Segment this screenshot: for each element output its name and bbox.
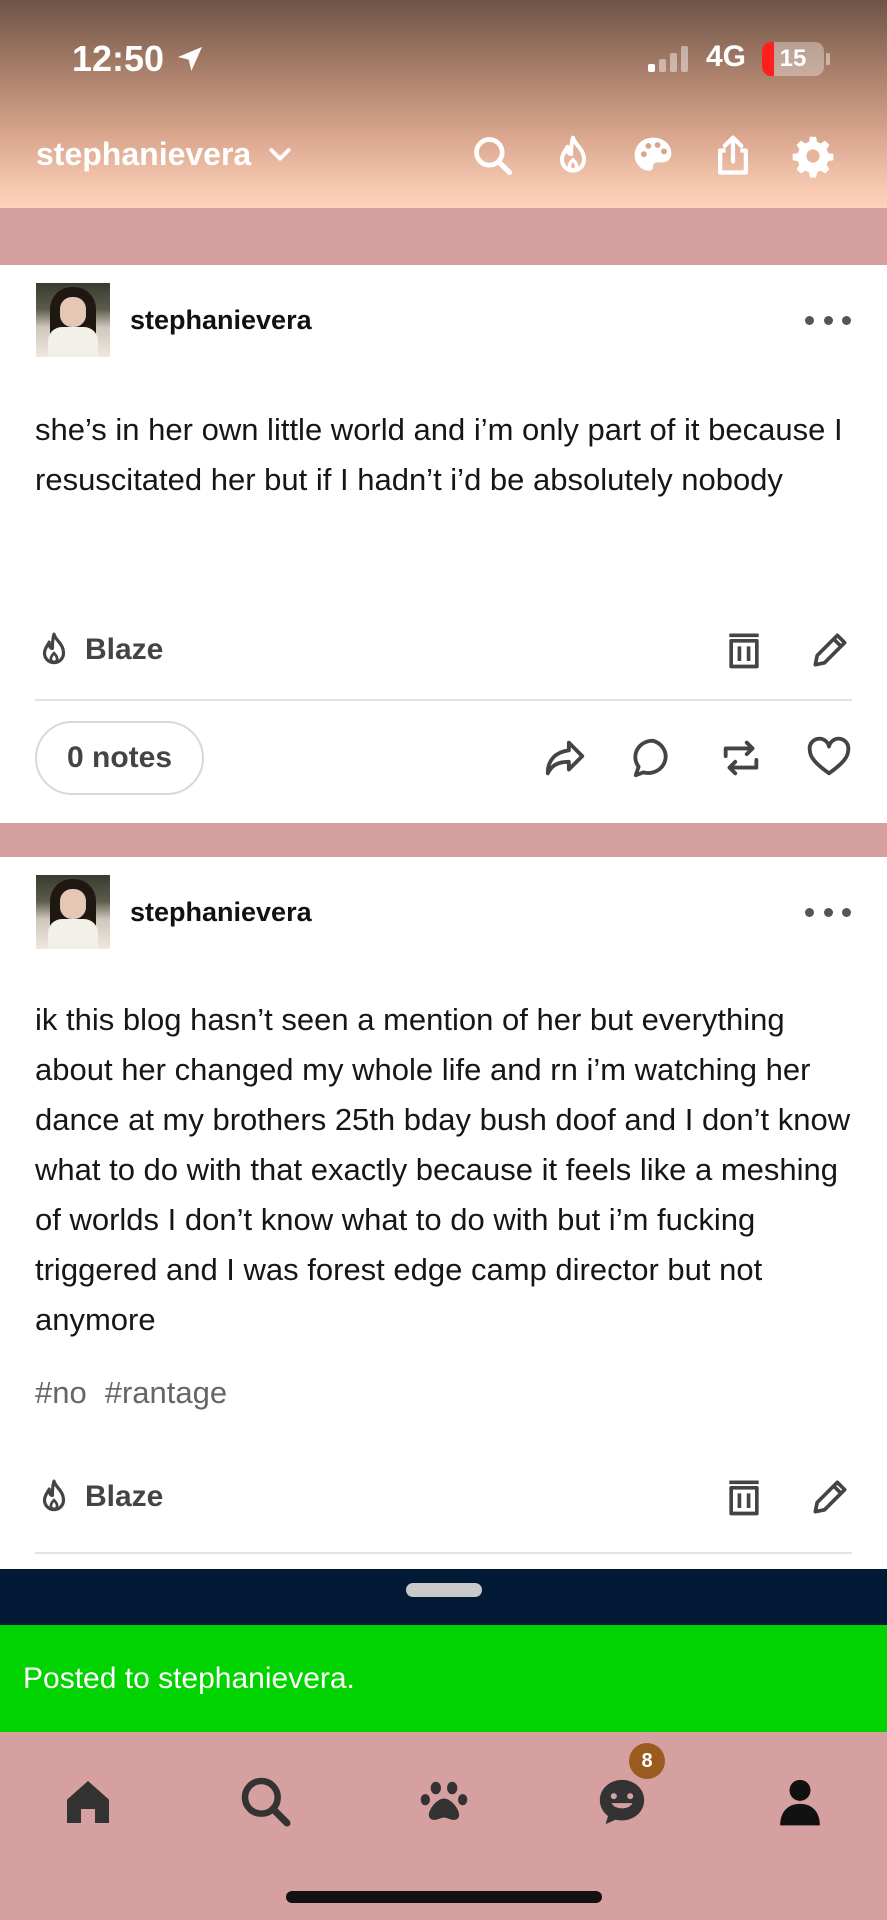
location-arrow-icon (178, 47, 203, 71)
share-arrow-icon[interactable] (542, 735, 588, 781)
home-icon (67, 1781, 109, 1823)
share-icon (718, 135, 748, 175)
engagement-row: 0 notes (35, 720, 852, 796)
post-username[interactable]: stephanievera (130, 305, 312, 336)
avatar[interactable] (36, 283, 110, 357)
share-button[interactable] (693, 126, 773, 186)
reblog-icon[interactable] (718, 735, 764, 781)
reply-icon[interactable] (630, 735, 676, 781)
activity-icon (599, 1779, 645, 1825)
blog-name: stephanievera (36, 136, 252, 172)
post-header: stephanievera (36, 283, 851, 357)
flame-icon (42, 632, 66, 665)
home-indicator (286, 1891, 602, 1903)
post-text: ik this blog hasn’t seen a mention of he… (35, 1002, 851, 1337)
status-bar: 12:50 4G 15 (0, 0, 887, 120)
flame-icon (42, 1479, 66, 1512)
blaze-button[interactable]: Blaze (35, 630, 163, 670)
delete-icon[interactable] (722, 628, 766, 672)
time-text: 12:50 (72, 38, 165, 79)
header-actions (453, 126, 853, 186)
battery-level: 15 (779, 45, 807, 72)
delete-icon[interactable] (722, 1475, 766, 1519)
post-owner-actions: Blaze (35, 615, 852, 685)
blaze-label: Blaze (85, 633, 164, 666)
tab-search[interactable] (226, 1762, 306, 1842)
tab-account[interactable] (760, 1762, 840, 1842)
divider (35, 699, 852, 701)
blog-switcher[interactable]: stephanievera (36, 136, 295, 173)
app-root: 12:50 4G 15 stephanievera stephanievera … (0, 0, 887, 1920)
notes-button[interactable]: 0 notes (35, 721, 205, 795)
palette-button[interactable] (613, 126, 693, 186)
flame-icon (559, 135, 587, 173)
status-time: 12:50 (72, 38, 206, 80)
tab-home[interactable] (48, 1762, 128, 1842)
post-tags: #no #rantage (35, 1375, 227, 1411)
toast-message: Posted to stephanievera. (23, 1661, 355, 1695)
edit-icon[interactable] (808, 628, 852, 672)
posted-toast[interactable]: Posted to stephanievera. (0, 1625, 887, 1732)
blaze-button[interactable]: Blaze (35, 1477, 163, 1517)
more-options-icon[interactable] (805, 307, 851, 333)
post-username[interactable]: stephanievera (130, 897, 312, 928)
battery-tip (826, 53, 830, 65)
post-text: she’s in her own little world and i’m on… (35, 412, 843, 497)
tab-communities[interactable] (404, 1762, 484, 1842)
palette-icon (634, 137, 672, 171)
search-button[interactable] (453, 126, 533, 186)
network-type: 4G (706, 40, 747, 73)
post-header: stephanievera (36, 875, 851, 949)
settings-icon (792, 136, 834, 178)
header: 12:50 4G 15 stephanievera (0, 0, 887, 208)
divider (35, 1552, 852, 1554)
account-icon (780, 1779, 820, 1826)
communities-icon (420, 1781, 468, 1820)
chevron-down-icon (269, 147, 291, 161)
edit-icon[interactable] (808, 1475, 852, 1519)
more-options-icon[interactable] (805, 899, 851, 925)
search-icon (474, 137, 513, 176)
heart-icon[interactable] (806, 735, 852, 781)
activity-badge: 8 (629, 1743, 665, 1779)
search-icon (241, 1777, 291, 1827)
settings-button[interactable] (773, 126, 853, 186)
post-card: stephanievera ik this blog hasn’t seen a… (0, 857, 887, 1569)
avatar[interactable] (36, 875, 110, 949)
cellular-signal-icon (648, 46, 688, 72)
blaze-button[interactable] (533, 126, 613, 186)
post-card: stephanievera she’s in her own little wo… (0, 265, 887, 823)
bottom-sheet[interactable] (0, 1569, 887, 1625)
tag-link[interactable]: #no (35, 1375, 87, 1411)
battery-icon: 15 (762, 42, 824, 76)
drag-handle[interactable] (406, 1583, 482, 1597)
blaze-label: Blaze (85, 1480, 164, 1513)
tab-bar: 8 (0, 1732, 887, 1920)
post-owner-actions: Blaze (35, 1462, 852, 1532)
tag-link[interactable]: #rantage (105, 1375, 227, 1411)
